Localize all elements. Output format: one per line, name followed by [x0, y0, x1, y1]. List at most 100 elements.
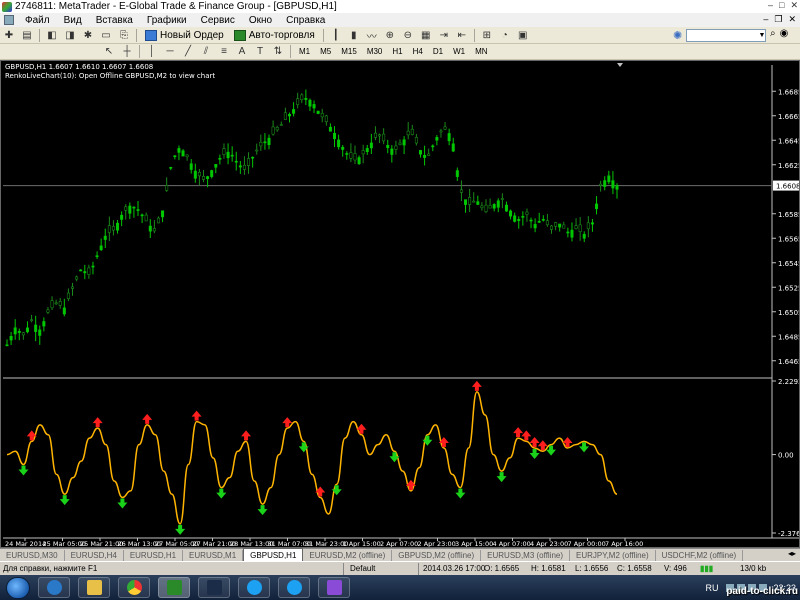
menu-file[interactable]: Файл [18, 15, 57, 26]
chart-window[interactable]: 1.6685 1.6665 1.6645 1.6625 1.6608 1.6585 1.65… [0, 60, 800, 548]
indicators-icon[interactable]: ⊞ [480, 29, 494, 42]
chart-shift-icon[interactable]: ⇤ [455, 29, 469, 42]
zoom-in-icon[interactable]: ⊕ [383, 29, 397, 42]
watermark-text: paid-to-click.ru [726, 586, 798, 597]
market-watch-icon[interactable]: ◧ [45, 29, 59, 42]
line-chart-icon[interactable]: 〰 [365, 29, 379, 43]
close-button[interactable]: ✕ [790, 0, 798, 11]
chart-shift-marker-icon[interactable] [617, 63, 623, 67]
timeframe-h1[interactable]: H1 [387, 46, 407, 57]
candle-body [521, 216, 525, 218]
arrows-icon[interactable]: ⇅ [271, 45, 285, 58]
zoom-out-icon[interactable]: ⊖ [401, 29, 415, 42]
tab-eurusd-h1[interactable]: EURUSD,H1 [124, 550, 184, 561]
menu-charts[interactable]: Графики [140, 15, 194, 26]
candle-body [173, 155, 177, 158]
timeframe-m5[interactable]: M5 [315, 46, 336, 57]
menu-window[interactable]: Окно [242, 15, 279, 26]
new-chart-icon[interactable]: ✚ [2, 29, 16, 42]
candle-body [13, 327, 17, 335]
templates-icon[interactable]: ▣ [516, 29, 530, 42]
candle-body [341, 146, 345, 150]
chart-close-button[interactable]: ✕ [788, 14, 796, 25]
timeframe-d1[interactable]: D1 [428, 46, 448, 57]
timeframe-h4[interactable]: H4 [408, 46, 428, 57]
auto-scroll-icon[interactable]: ⇥ [437, 29, 451, 42]
start-button[interactable] [6, 576, 30, 599]
maximize-button[interactable]: □ [779, 0, 784, 11]
fibonacci-icon[interactable]: ≡ [217, 45, 231, 58]
tab-eurusd-m3-offline[interactable]: EURUSD,M3 (offline) [481, 550, 571, 561]
equidistant-channel-icon[interactable]: ⫽ [199, 45, 213, 58]
search-dropdown-icon[interactable]: ▼ [757, 29, 767, 42]
candle-body [193, 170, 197, 179]
periods-icon[interactable]: ◔ [498, 29, 512, 42]
candle-body [251, 156, 255, 159]
tab-gbpusd-m2-offline[interactable]: GBPUSD,M2 (offline) [392, 550, 482, 561]
search-icon[interactable]: ⌕ [770, 28, 776, 39]
chart-minimize-button[interactable]: – [763, 14, 768, 25]
candle-body [230, 154, 234, 157]
menu-tools[interactable]: Сервис [194, 15, 242, 26]
time-label: 4 Apr 23:00 [530, 540, 568, 547]
tab-usdchf-m2-offline[interactable]: USDCHF,M2 (offline) [656, 550, 744, 561]
navigator-icon[interactable]: ✱ [81, 29, 95, 42]
candle-body [517, 219, 521, 221]
taskbar-app-purple[interactable] [318, 577, 350, 598]
community-icon[interactable]: ◉ [780, 28, 789, 39]
price-chart[interactable]: 1.6685 1.6665 1.6645 1.6625 1.6608 1.6585 1.65… [1, 61, 799, 547]
tab-eurusd-h4[interactable]: EURUSD,H4 [65, 550, 124, 561]
candle-body [382, 133, 386, 142]
tab-eurjpy-m2-offline[interactable]: EURJPY,M2 (offline) [570, 550, 656, 561]
menu-view[interactable]: Вид [57, 15, 89, 26]
trendline-icon[interactable]: ╱ [181, 45, 195, 58]
status-open: O: 1.6565 [484, 564, 520, 573]
candle-body [177, 148, 181, 153]
profiles-icon[interactable]: ▤ [20, 29, 34, 42]
taskbar-skype-1[interactable] [238, 577, 270, 598]
tab-eurusd-m30[interactable]: EURUSD,M30 [0, 550, 65, 561]
tab-eurusd-m1[interactable]: EURUSD,M1 [183, 550, 244, 561]
menu-insert[interactable]: Вставка [89, 15, 140, 26]
taskbar-skype-2[interactable] [278, 577, 310, 598]
tab-eurusd-m2-offline[interactable]: EURUSD,M2 (offline) [303, 550, 393, 561]
text-label-icon[interactable]: T [253, 45, 267, 58]
language-indicator[interactable]: RU [705, 583, 718, 593]
tab-scroll-icon[interactable]: ◂▸ [788, 549, 796, 558]
timeframe-mn[interactable]: MN [470, 46, 492, 57]
taskbar-metatrader[interactable] [158, 577, 190, 598]
bar-chart-icon[interactable]: ┃ [329, 29, 343, 42]
candlestick-icon[interactable]: ▮ [347, 29, 361, 42]
taskbar-explorer[interactable] [38, 577, 70, 598]
strategy-tester-icon[interactable]: ⎘ [117, 29, 131, 42]
candle-body [562, 224, 566, 229]
taskbar-chrome[interactable] [118, 577, 150, 598]
candle-body [136, 209, 140, 211]
cursor-icon[interactable]: ↖ [102, 45, 116, 58]
timeframe-m30[interactable]: M30 [362, 46, 388, 57]
horizontal-line-icon[interactable]: ─ [163, 45, 177, 58]
crosshair-icon[interactable]: ┼ [120, 45, 134, 58]
candle-body [427, 153, 431, 156]
chart-restore-button[interactable]: ❐ [774, 14, 782, 25]
minimize-button[interactable]: – [768, 0, 773, 11]
terminal-icon[interactable]: ▭ [99, 29, 113, 42]
taskbar-photoshop[interactable] [198, 577, 230, 598]
search-input[interactable] [686, 29, 766, 42]
candle-body [537, 221, 541, 223]
data-window-icon[interactable]: ◨ [63, 29, 77, 42]
timeframe-m15[interactable]: M15 [336, 46, 362, 57]
settings-gear-icon[interactable]: ✺ [673, 29, 682, 42]
menu-help[interactable]: Справка [279, 15, 332, 26]
timeframe-m1[interactable]: M1 [294, 46, 315, 57]
tile-windows-icon[interactable]: ▦ [419, 29, 433, 42]
status-high: H: 1.6581 [531, 564, 566, 573]
vertical-line-icon[interactable]: │ [145, 45, 159, 58]
tab-gbpusd-h1[interactable]: GBPUSD,H1 [243, 548, 304, 561]
taskbar-folder[interactable] [78, 577, 110, 598]
new-order-button[interactable]: Новый Ордер [142, 28, 227, 42]
auto-trading-button[interactable]: Авто-торговля [231, 28, 318, 42]
timeframe-w1[interactable]: W1 [448, 46, 470, 57]
price-label: 1.6645 [778, 137, 799, 145]
text-tool-icon[interactable]: A [235, 45, 249, 58]
